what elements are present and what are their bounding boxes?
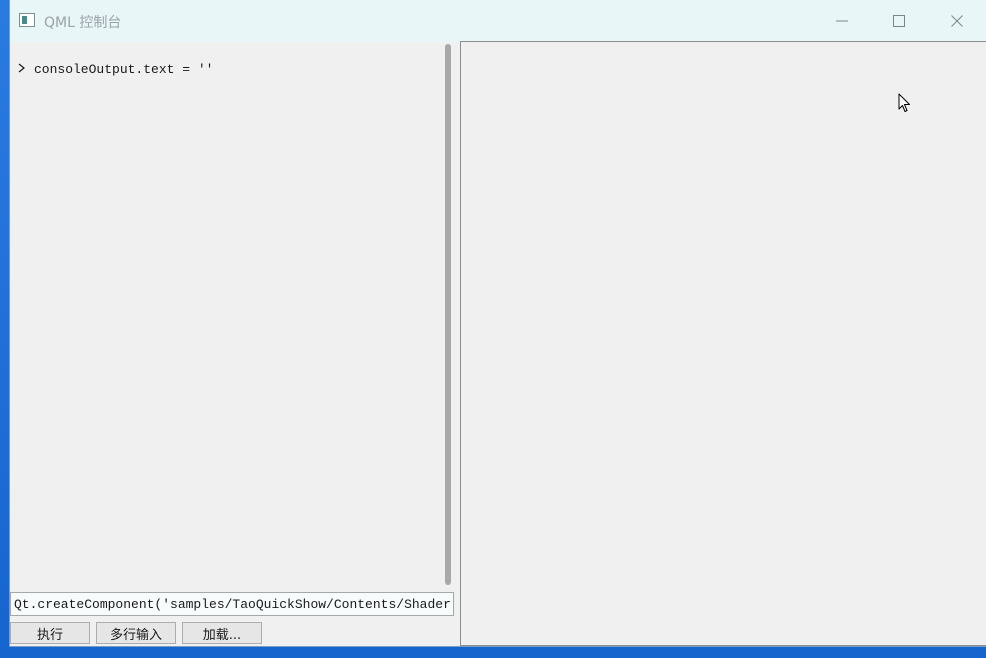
command-input[interactable] xyxy=(10,592,454,616)
console-scrollbar[interactable] xyxy=(444,42,452,588)
console-output-text: consoleOutput.text = '' xyxy=(34,62,214,77)
console-output-line: consoleOutput.text = '' xyxy=(18,62,213,77)
maximize-button[interactable] xyxy=(876,0,922,42)
preview-pane[interactable] xyxy=(460,41,986,646)
title-bar[interactable]: QML 控制台 xyxy=(10,0,986,42)
qml-console-window: QML 控制台 consoleOutput.text = '' Qt.creat… xyxy=(10,0,986,646)
load-button[interactable]: 加载... xyxy=(182,622,262,644)
minimize-button[interactable] xyxy=(819,0,865,42)
run-button[interactable]: 执行 xyxy=(10,622,90,644)
console-pane: consoleOutput.text = '' 执行 多行输入 加载... xyxy=(10,42,456,646)
console-scrollbar-thumb[interactable] xyxy=(445,44,451,585)
multiline-input-button[interactable]: 多行输入 xyxy=(96,622,176,644)
window-title: QML 控制台 xyxy=(44,15,122,31)
mouse-cursor-icon xyxy=(898,93,910,112)
close-button[interactable] xyxy=(934,0,980,42)
maximize-icon xyxy=(893,15,905,27)
close-icon xyxy=(951,15,963,27)
chevron-right-icon xyxy=(18,62,30,77)
app-icon xyxy=(19,13,35,27)
minimize-icon xyxy=(836,20,848,22)
